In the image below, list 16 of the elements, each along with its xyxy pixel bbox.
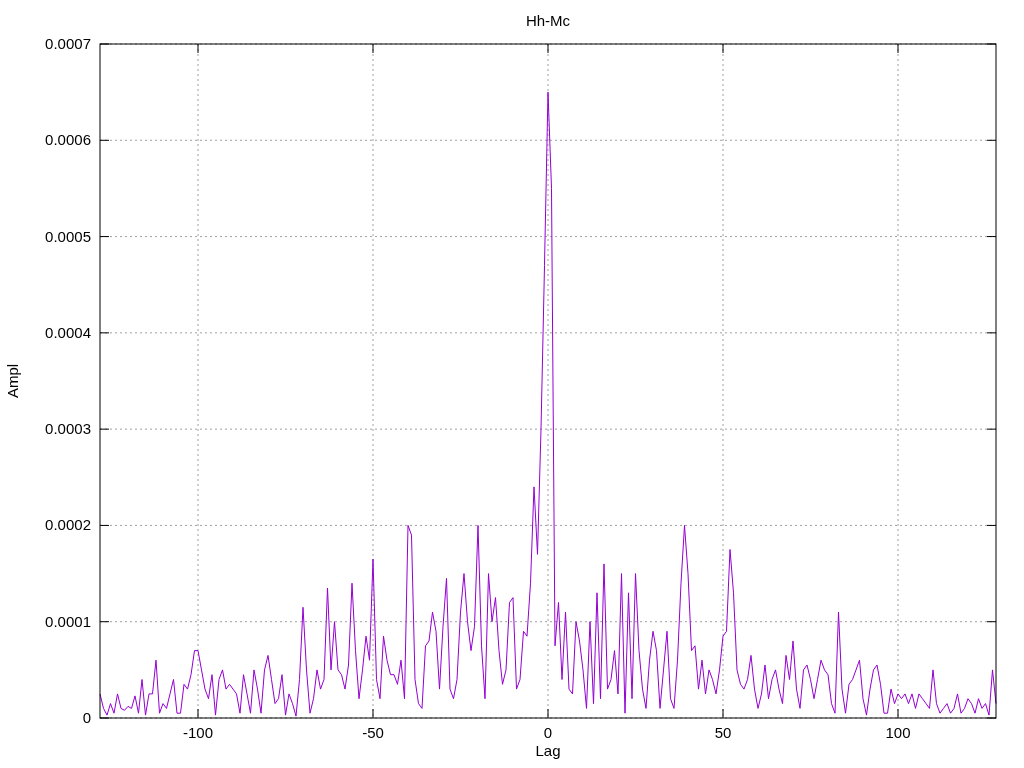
tick-label: 0 [543,724,553,741]
tick-label: 0.0005 [45,227,91,245]
tick-label: 0.0007 [45,35,91,52]
tick-label: -50 [362,724,384,741]
tick-label: 0.0003 [45,420,91,438]
tick-label: 100 [885,724,911,741]
tick-label: 0.0001 [45,612,91,630]
tick-label: 0.0006 [45,131,91,149]
tick-label: 50 [714,724,732,741]
chart-title: Hh-Mc [525,12,571,29]
axis-label: Ampl [4,363,21,399]
axis-label: Lag [535,742,561,759]
tick-label: 0.0002 [45,516,91,534]
tick-label: 0.0004 [45,323,91,341]
tick-label: -100 [183,724,213,741]
tick-label: 0 [82,709,91,726]
